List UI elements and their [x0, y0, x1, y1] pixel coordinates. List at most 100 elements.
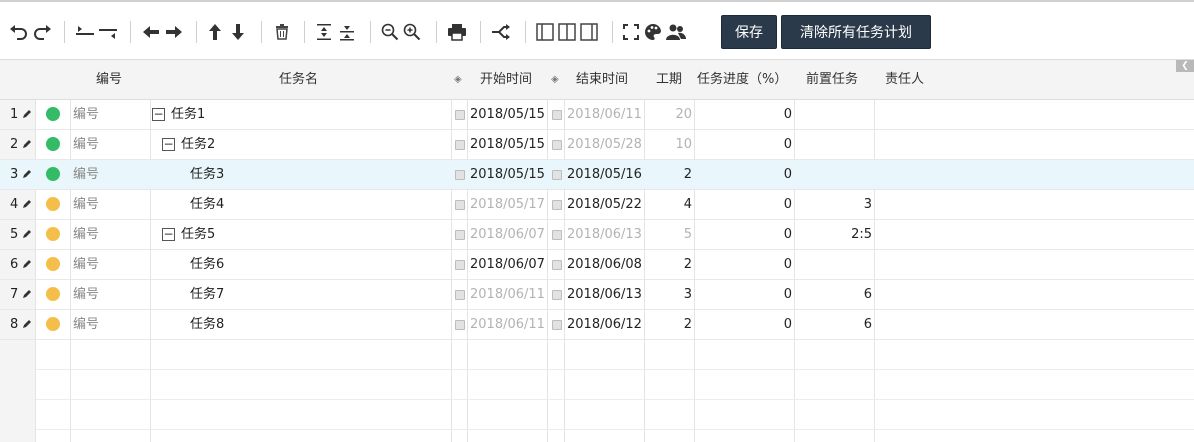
trash-icon[interactable]: [272, 20, 292, 44]
task-progress[interactable]: 0: [696, 190, 792, 219]
task-end-date[interactable]: 2018/06/13: [567, 280, 642, 309]
arrow-left-icon[interactable]: [140, 20, 162, 44]
task-progress[interactable]: 0: [696, 280, 792, 309]
task-name[interactable]: 任务4: [190, 190, 224, 219]
task-predecessor[interactable]: 3: [796, 190, 872, 219]
task-duration[interactable]: 2: [646, 160, 692, 189]
task-name[interactable]: 任务6: [190, 250, 224, 279]
layout-grid-only-icon[interactable]: [535, 20, 555, 44]
header-task-name[interactable]: 任务名: [279, 60, 318, 100]
task-predecessor[interactable]: [796, 160, 872, 189]
task-code[interactable]: 编号: [73, 220, 99, 249]
table-row[interactable]: 3 编号 任务3 2018/05/15 2018/05/16 2 0: [0, 160, 1194, 190]
task-predecessor[interactable]: 6: [796, 280, 872, 309]
critical-path-icon[interactable]: [490, 20, 512, 44]
resource-icon[interactable]: [665, 20, 687, 44]
task-code[interactable]: 编号: [73, 250, 99, 279]
task-code[interactable]: 编号: [73, 100, 99, 129]
task-duration[interactable]: 10: [646, 130, 692, 159]
task-predecessor[interactable]: [796, 100, 872, 129]
task-progress[interactable]: 0: [696, 250, 792, 279]
print-icon[interactable]: [446, 20, 468, 44]
task-start-date[interactable]: 2018/05/17: [470, 190, 545, 219]
edit-pencil-icon[interactable]: [22, 259, 32, 269]
collapse-panel-icon[interactable]: ❮: [1176, 60, 1194, 72]
task-duration[interactable]: 20: [646, 100, 692, 129]
task-start-date[interactable]: 2018/05/15: [470, 160, 545, 189]
task-progress[interactable]: 0: [696, 160, 792, 189]
clear-all-plans-button[interactable]: 清除所有任务计划: [781, 15, 931, 49]
fullscreen-icon[interactable]: [622, 20, 640, 44]
start-constraint-checkbox[interactable]: [455, 290, 465, 300]
header-end-time[interactable]: 结束时间: [576, 60, 628, 100]
task-duration[interactable]: 3: [646, 280, 692, 309]
header-progress[interactable]: 任务进度（%）: [697, 60, 787, 100]
start-constraint-checkbox[interactable]: [455, 170, 465, 180]
start-constraint-checkbox[interactable]: [455, 260, 465, 270]
task-code[interactable]: 编号: [73, 160, 99, 189]
indent-icon[interactable]: [74, 20, 96, 44]
end-constraint-checkbox[interactable]: [552, 200, 562, 210]
task-end-date[interactable]: 2018/05/22: [567, 190, 642, 219]
edit-pencil-icon[interactable]: [22, 109, 32, 119]
task-code[interactable]: 编号: [73, 310, 99, 339]
task-predecessor[interactable]: 2:5: [796, 220, 872, 249]
task-progress[interactable]: 0: [696, 100, 792, 129]
task-end-date[interactable]: 2018/05/28: [567, 130, 642, 159]
end-constraint-checkbox[interactable]: [552, 230, 562, 240]
task-end-date[interactable]: 2018/06/12: [567, 310, 642, 339]
task-predecessor[interactable]: 6: [796, 310, 872, 339]
task-end-date[interactable]: 2018/06/13: [567, 220, 642, 249]
task-start-date[interactable]: 2018/06/07: [470, 250, 545, 279]
header-code[interactable]: 编号: [96, 60, 122, 100]
table-row[interactable]: 1 编号 − 任务1 2018/05/15 2018/06/11 20 0: [0, 100, 1194, 130]
task-code[interactable]: 编号: [73, 190, 99, 219]
task-name[interactable]: 任务1: [171, 100, 205, 129]
task-code[interactable]: 编号: [73, 130, 99, 159]
task-code[interactable]: 编号: [73, 280, 99, 309]
task-start-date[interactable]: 2018/06/07: [470, 220, 545, 249]
header-owner[interactable]: 责任人: [885, 60, 924, 100]
end-constraint-checkbox[interactable]: [552, 260, 562, 270]
end-constraint-checkbox[interactable]: [552, 140, 562, 150]
edit-pencil-icon[interactable]: [22, 289, 32, 299]
outdent-icon[interactable]: [97, 20, 119, 44]
arrow-up-icon[interactable]: [206, 20, 224, 44]
task-end-date[interactable]: 2018/05/16: [567, 160, 642, 189]
redo-icon[interactable]: [31, 20, 53, 44]
task-start-date[interactable]: 2018/06/11: [470, 310, 545, 339]
edit-pencil-icon[interactable]: [22, 319, 32, 329]
task-name[interactable]: 任务3: [190, 160, 224, 189]
table-row[interactable]: 4 编号 任务4 2018/05/17 2018/05/22 4 0 3: [0, 190, 1194, 220]
start-constraint-checkbox[interactable]: [455, 140, 465, 150]
zoom-out-icon[interactable]: [380, 20, 400, 44]
edit-pencil-icon[interactable]: [22, 229, 32, 239]
header-start-time[interactable]: 开始时间: [480, 60, 532, 100]
start-constraint-checkbox[interactable]: [455, 230, 465, 240]
collapse-toggle-icon[interactable]: −: [152, 108, 165, 121]
task-duration[interactable]: 4: [646, 190, 692, 219]
task-predecessor[interactable]: [796, 250, 872, 279]
task-predecessor[interactable]: [796, 130, 872, 159]
end-constraint-checkbox[interactable]: [552, 110, 562, 120]
task-name[interactable]: 任务7: [190, 280, 224, 309]
layout-both-icon[interactable]: [557, 20, 577, 44]
arrow-right-icon[interactable]: [163, 20, 185, 44]
task-duration[interactable]: 2: [646, 250, 692, 279]
expand-all-icon[interactable]: [314, 20, 334, 44]
table-row[interactable]: 2 编号 − 任务2 2018/05/15 2018/05/28 10 0: [0, 130, 1194, 160]
arrow-down-icon[interactable]: [229, 20, 247, 44]
edit-pencil-icon[interactable]: [22, 169, 32, 179]
table-row[interactable]: 6 编号 任务6 2018/06/07 2018/06/08 2 0: [0, 250, 1194, 280]
start-constraint-checkbox[interactable]: [455, 320, 465, 330]
palette-icon[interactable]: [643, 20, 663, 44]
diamond-icon[interactable]: ◈: [551, 60, 559, 100]
task-start-date[interactable]: 2018/05/15: [470, 100, 545, 129]
edit-pencil-icon[interactable]: [22, 199, 32, 209]
edit-pencil-icon[interactable]: [22, 139, 32, 149]
header-predecessor[interactable]: 前置任务: [806, 60, 858, 100]
task-progress[interactable]: 0: [696, 310, 792, 339]
end-constraint-checkbox[interactable]: [552, 320, 562, 330]
task-start-date[interactable]: 2018/06/11: [470, 280, 545, 309]
collapse-toggle-icon[interactable]: −: [162, 138, 175, 151]
